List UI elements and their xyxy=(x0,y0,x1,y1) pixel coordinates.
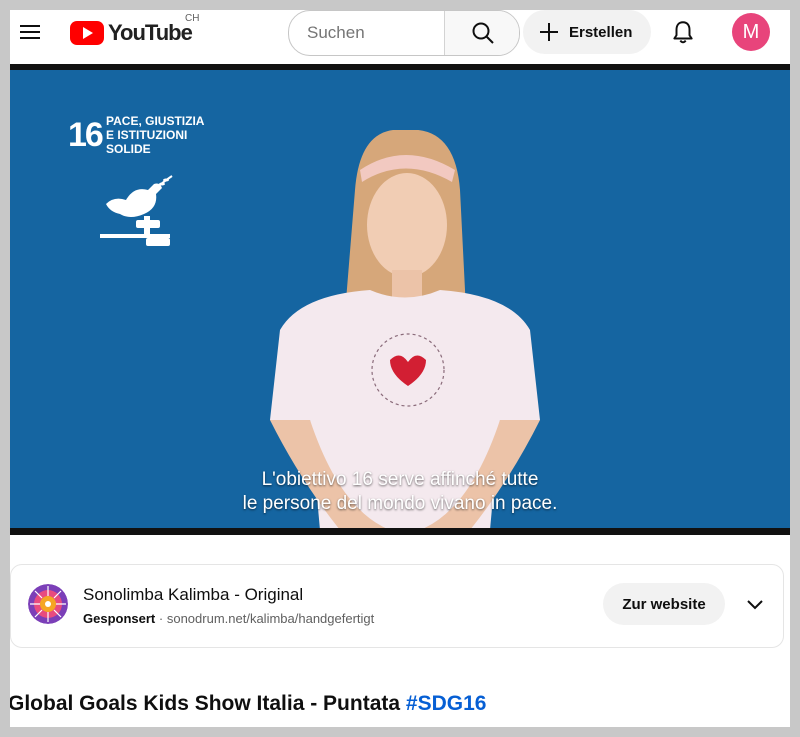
search-input[interactable] xyxy=(289,11,443,55)
avatar[interactable]: M xyxy=(732,13,770,51)
dove-gavel-icon xyxy=(100,175,173,246)
video-title: Global Goals Kids Show Italia - Puntata … xyxy=(10,692,486,716)
hashtag-link[interactable]: #SDG16 xyxy=(406,692,487,715)
create-button[interactable]: Erstellen xyxy=(523,10,651,54)
region-code: CH xyxy=(185,13,200,24)
subtitle-line-1: L'obiettivo 16 serve affinché tutte xyxy=(261,469,539,490)
ad-meta: Gesponsert · sonodrum.net/kalimba/handge… xyxy=(83,611,374,626)
search-icon xyxy=(472,22,494,44)
top-bar: YouTube CH Erstellen M xyxy=(10,10,790,62)
search-box xyxy=(288,10,520,56)
page-frame: YouTube CH Erstellen M xyxy=(10,10,790,727)
sponsored-ad-card[interactable]: Sonolimba Kalimba - Original Gesponsert … xyxy=(10,564,784,648)
video-player[interactable]: 16 PACE, GIUSTIZIA E ISTITUZIONI SOLIDE xyxy=(10,64,790,535)
bell-icon[interactable] xyxy=(670,19,696,45)
sdg-number: 16 xyxy=(68,116,104,154)
search-button[interactable] xyxy=(444,11,519,55)
ad-title[interactable]: Sonolimba Kalimba - Original xyxy=(83,585,303,605)
menu-icon[interactable] xyxy=(18,20,42,44)
create-label: Erstellen xyxy=(569,23,633,41)
video-subtitle: L'obiettivo 16 serve affinché tutte le p… xyxy=(10,468,790,516)
youtube-logo[interactable]: YouTube xyxy=(70,19,193,47)
sdg-badge: 16 PACE, GIUSTIZIA E ISTITUZIONI SOLIDE xyxy=(68,114,208,254)
ad-url[interactable]: sonodrum.net/kalimba/handgefertigt xyxy=(167,611,374,626)
sponsored-label: Gesponsert xyxy=(83,611,156,626)
youtube-play-icon xyxy=(70,21,104,45)
visit-website-button[interactable]: Zur website xyxy=(603,583,725,625)
chevron-down-icon[interactable] xyxy=(743,592,767,616)
visit-website-label: Zur website xyxy=(622,595,706,613)
sdg-title: PACE, GIUSTIZIA E ISTITUZIONI SOLIDE xyxy=(106,114,205,156)
video-title-text: Global Goals Kids Show Italia - Puntata xyxy=(10,692,406,715)
logo-wordmark: YouTube xyxy=(108,20,193,45)
plus-icon xyxy=(540,23,558,41)
subtitle-line-2: le persone del mondo vivano in pace. xyxy=(242,493,558,514)
meta-separator: · xyxy=(158,611,164,626)
kalimba-logo-icon xyxy=(28,584,68,624)
video-frame[interactable]: 16 PACE, GIUSTIZIA E ISTITUZIONI SOLIDE xyxy=(10,70,790,528)
avatar-initial: M xyxy=(742,20,760,43)
